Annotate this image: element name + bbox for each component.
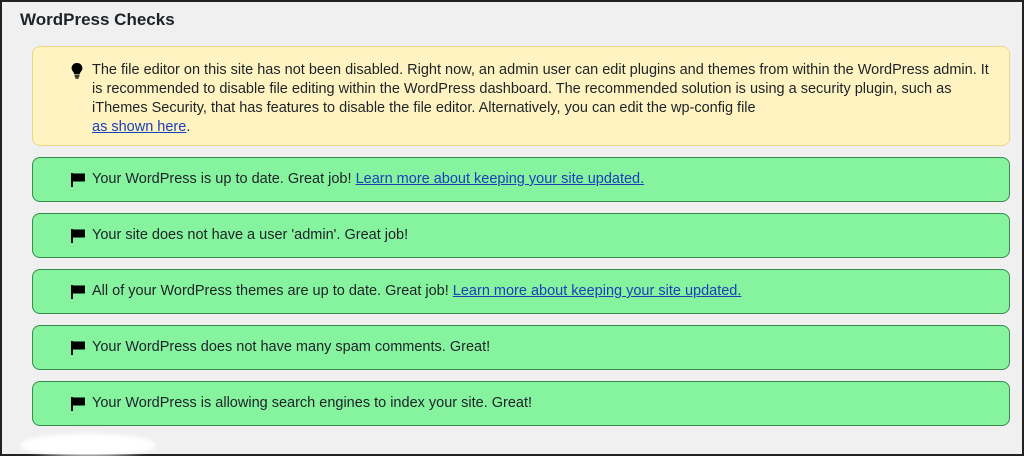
learn-more-updates-link[interactable]: Learn more about keeping your site updat…	[453, 283, 742, 299]
check-text: All of your WordPress themes are up to d…	[92, 283, 449, 299]
search-engine-indexing-notice: Your WordPress is allowing search engine…	[32, 381, 1010, 426]
check-text: Your site does not have a user 'admin'. …	[92, 227, 409, 243]
themes-up-to-date-notice: All of your WordPress themes are up to d…	[32, 269, 1010, 314]
no-admin-user-notice: Your site does not have a user 'admin'. …	[32, 213, 1010, 258]
as-shown-here-link[interactable]: as shown here	[92, 119, 186, 135]
flag-icon	[70, 284, 86, 306]
lightbulb-icon	[70, 62, 84, 85]
check-message: Your WordPress is up to date. Great job!…	[92, 170, 644, 189]
check-message: Your site does not have a user 'admin'. …	[92, 226, 408, 245]
check-text: Your WordPress is allowing search engine…	[92, 395, 533, 411]
check-message: All of your WordPress themes are up to d…	[92, 282, 741, 301]
redacted-area	[20, 434, 156, 456]
check-text: Your WordPress does not have many spam c…	[92, 339, 491, 355]
wordpress-checks-panel: WordPress Checks The file editor on this…	[0, 0, 1024, 456]
warning-message: The file editor on this site has not bee…	[92, 61, 997, 137]
learn-more-updates-link[interactable]: Learn more about keeping your site updat…	[356, 171, 645, 187]
check-text: Your WordPress is up to date. Great job!	[92, 171, 352, 187]
panel-title: WordPress Checks	[20, 10, 175, 29]
check-message: Your WordPress is allowing search engine…	[92, 394, 532, 413]
flag-icon	[70, 172, 86, 194]
check-message: Your WordPress does not have many spam c…	[92, 338, 490, 357]
wordpress-up-to-date-notice: Your WordPress is up to date. Great job!…	[32, 157, 1010, 202]
flag-icon	[70, 396, 86, 418]
flag-icon	[70, 340, 86, 362]
file-editor-warning-notice: The file editor on this site has not bee…	[32, 46, 1010, 146]
spam-comments-notice: Your WordPress does not have many spam c…	[32, 325, 1010, 370]
flag-icon	[70, 228, 86, 250]
warning-suffix: .	[186, 119, 191, 135]
warning-text: The file editor on this site has not bee…	[92, 62, 989, 116]
